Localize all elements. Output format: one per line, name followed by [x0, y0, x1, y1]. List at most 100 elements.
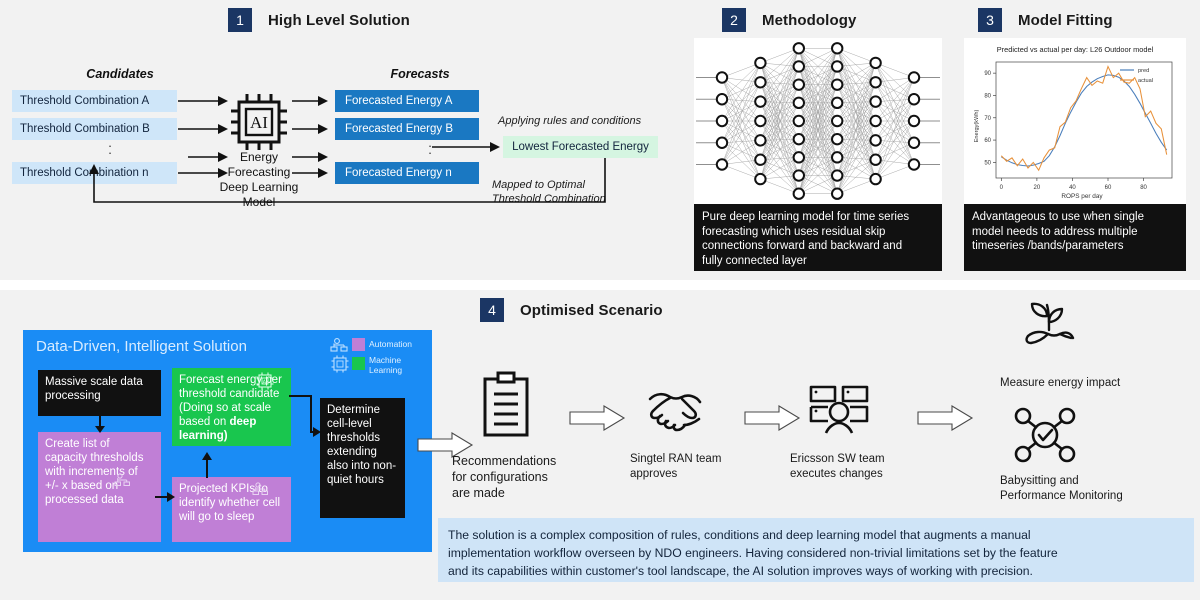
chart-legend-pred: pred	[1138, 68, 1149, 74]
caption-line-3: timeseries /bands/parameters	[972, 240, 1124, 252]
nn-node	[869, 76, 882, 89]
nn-node	[792, 78, 806, 91]
section-title-3: Model Fitting	[1018, 11, 1113, 29]
callout-line-3: and its capabilities within customer's t…	[448, 564, 1033, 578]
section-number-3: 3	[978, 8, 1002, 32]
nn-node	[831, 60, 844, 73]
caption-line-2: Performance Monitoring	[1000, 490, 1123, 502]
chart-xtick: 40	[1069, 185, 1076, 191]
nn-node	[869, 56, 882, 70]
caption-line-2: executes changes	[790, 468, 883, 480]
node-projected-kpis[interactable]: Projected KPIs to identify whether cell …	[172, 477, 291, 542]
caption-line-1: Recommendations	[452, 454, 557, 468]
methodology-caption: Pure deep learning model for time series…	[694, 204, 942, 271]
nn-node	[754, 56, 767, 70]
chart-xtick: 80	[1140, 185, 1147, 191]
node-massive-scale-data[interactable]: Massive scale data processing	[38, 370, 161, 416]
svg-text:AI: AI	[250, 113, 268, 132]
ml-chip-icon: AI	[256, 372, 274, 390]
connector-forecast-to-determine	[289, 395, 321, 437]
nn-node	[792, 169, 806, 182]
lowest-forecasted-energy-box[interactable]: Lowest Forecasted Energy	[503, 136, 658, 158]
nn-node	[907, 93, 921, 106]
candidate-box-b[interactable]: Threshold Combination B	[12, 118, 177, 140]
forecast-box-a[interactable]: Forecasted Energy A	[335, 90, 479, 112]
handshake-icon	[648, 392, 702, 432]
caption-line-1: Singtel RAN team	[630, 453, 722, 465]
section-header-2: 2 Methodology	[722, 8, 856, 32]
legend-swatch-automation	[352, 338, 365, 351]
section-title-1: High Level Solution	[268, 11, 410, 29]
chart-series-pred	[1001, 74, 1168, 167]
neural-network-diagram	[696, 42, 940, 200]
section-header-1: 1 High Level Solution	[228, 8, 410, 32]
monitoring-check-icon	[1014, 407, 1076, 463]
nn-node	[907, 71, 921, 84]
nn-node	[792, 42, 806, 55]
workflow-caption-executes: Ericsson SW team executes changes	[790, 452, 920, 482]
caption-line-2: for configurations	[452, 470, 548, 484]
nn-node	[715, 114, 729, 128]
chart-ytick: 50	[984, 160, 991, 166]
predicted-vs-actual-chart: Predicted vs actual per day: L26 Outdoor…	[974, 45, 1173, 200]
caption-line-4: fully connected layer	[702, 254, 807, 267]
forecasts-label: Forecasts	[390, 67, 450, 81]
section-number-1: 1	[228, 8, 252, 32]
automation-gear-icon	[114, 473, 130, 486]
nn-node	[869, 134, 882, 147]
automation-gear-icon	[330, 338, 348, 352]
chart-legend-actual: actual	[1138, 78, 1153, 84]
slide-canvas: 1 High Level Solution Candidates Forecas…	[0, 0, 1200, 600]
model-fitting-caption: Advantageous to use when single model ne…	[964, 204, 1186, 271]
section-header-3: 3 Model Fitting	[978, 8, 1113, 32]
callout-line-1: The solution is a complex composition of…	[448, 528, 1031, 542]
callout-line-2: implementation workflow overseen by NDO …	[448, 546, 1058, 560]
nn-node	[792, 114, 806, 128]
nn-node	[869, 153, 882, 166]
clipboard-icon	[483, 371, 529, 437]
nn-node	[831, 187, 844, 200]
candidate-box-a[interactable]: Threshold Combination A	[12, 90, 177, 112]
node-determine-thresholds[interactable]: Determine cell-level thresholds extendin…	[320, 398, 405, 518]
caption-line-1: Advantageous to use when single	[972, 211, 1144, 223]
nn-node	[715, 136, 729, 149]
chart-ylabel: Energy(kWh)	[974, 110, 980, 143]
caption-line-2: approves	[630, 468, 678, 480]
nn-node	[754, 134, 767, 147]
nn-node	[754, 114, 767, 128]
chart-xlabel: ROPS per day	[1061, 193, 1103, 200]
legend-automation: Automation	[352, 338, 412, 351]
arrow-executes-to-outcomes	[917, 405, 974, 431]
nn-node	[907, 114, 921, 128]
nn-node	[907, 158, 921, 171]
nn-node	[907, 136, 921, 149]
nn-node	[869, 114, 882, 128]
nn-node	[792, 60, 806, 73]
caption-line-3: connections forward and backward and	[702, 240, 903, 252]
legend-label-line-2: Learning	[369, 364, 403, 375]
arrow-to-lowest-energy	[432, 142, 500, 152]
arrow-projected-to-forecast	[202, 452, 212, 478]
legend-swatch-machine-learning	[352, 357, 365, 370]
node-create-list[interactable]: Create list of capacity thresholds with …	[38, 432, 161, 542]
chart-ytick: 90	[984, 71, 991, 77]
forecast-box-b[interactable]: Forecasted Energy B	[335, 118, 479, 140]
nn-node	[831, 151, 844, 164]
svg-text:AI: AI	[263, 380, 268, 386]
caption-line-1: Babysitting and	[1000, 475, 1079, 487]
candidates-label: Candidates	[86, 67, 154, 81]
legend-label-automation: Automation	[369, 338, 412, 349]
legend-machine-learning: Machine Learning	[352, 355, 403, 375]
chart-title: Predicted vs actual per day: L26 Outdoor…	[997, 45, 1154, 54]
caption-line-1: Ericsson SW team	[790, 453, 885, 465]
nn-node	[869, 95, 882, 108]
workflow-caption-approves: Singtel RAN team approves	[630, 452, 750, 482]
section-number-2: 2	[722, 8, 746, 32]
arrow-recommendations-to-approves	[569, 405, 626, 431]
nn-node	[792, 132, 806, 146]
nn-node	[715, 71, 729, 84]
nn-node	[715, 158, 729, 171]
arrow-massive-to-create	[95, 414, 105, 433]
nn-node	[831, 114, 844, 128]
nn-node	[715, 93, 729, 106]
